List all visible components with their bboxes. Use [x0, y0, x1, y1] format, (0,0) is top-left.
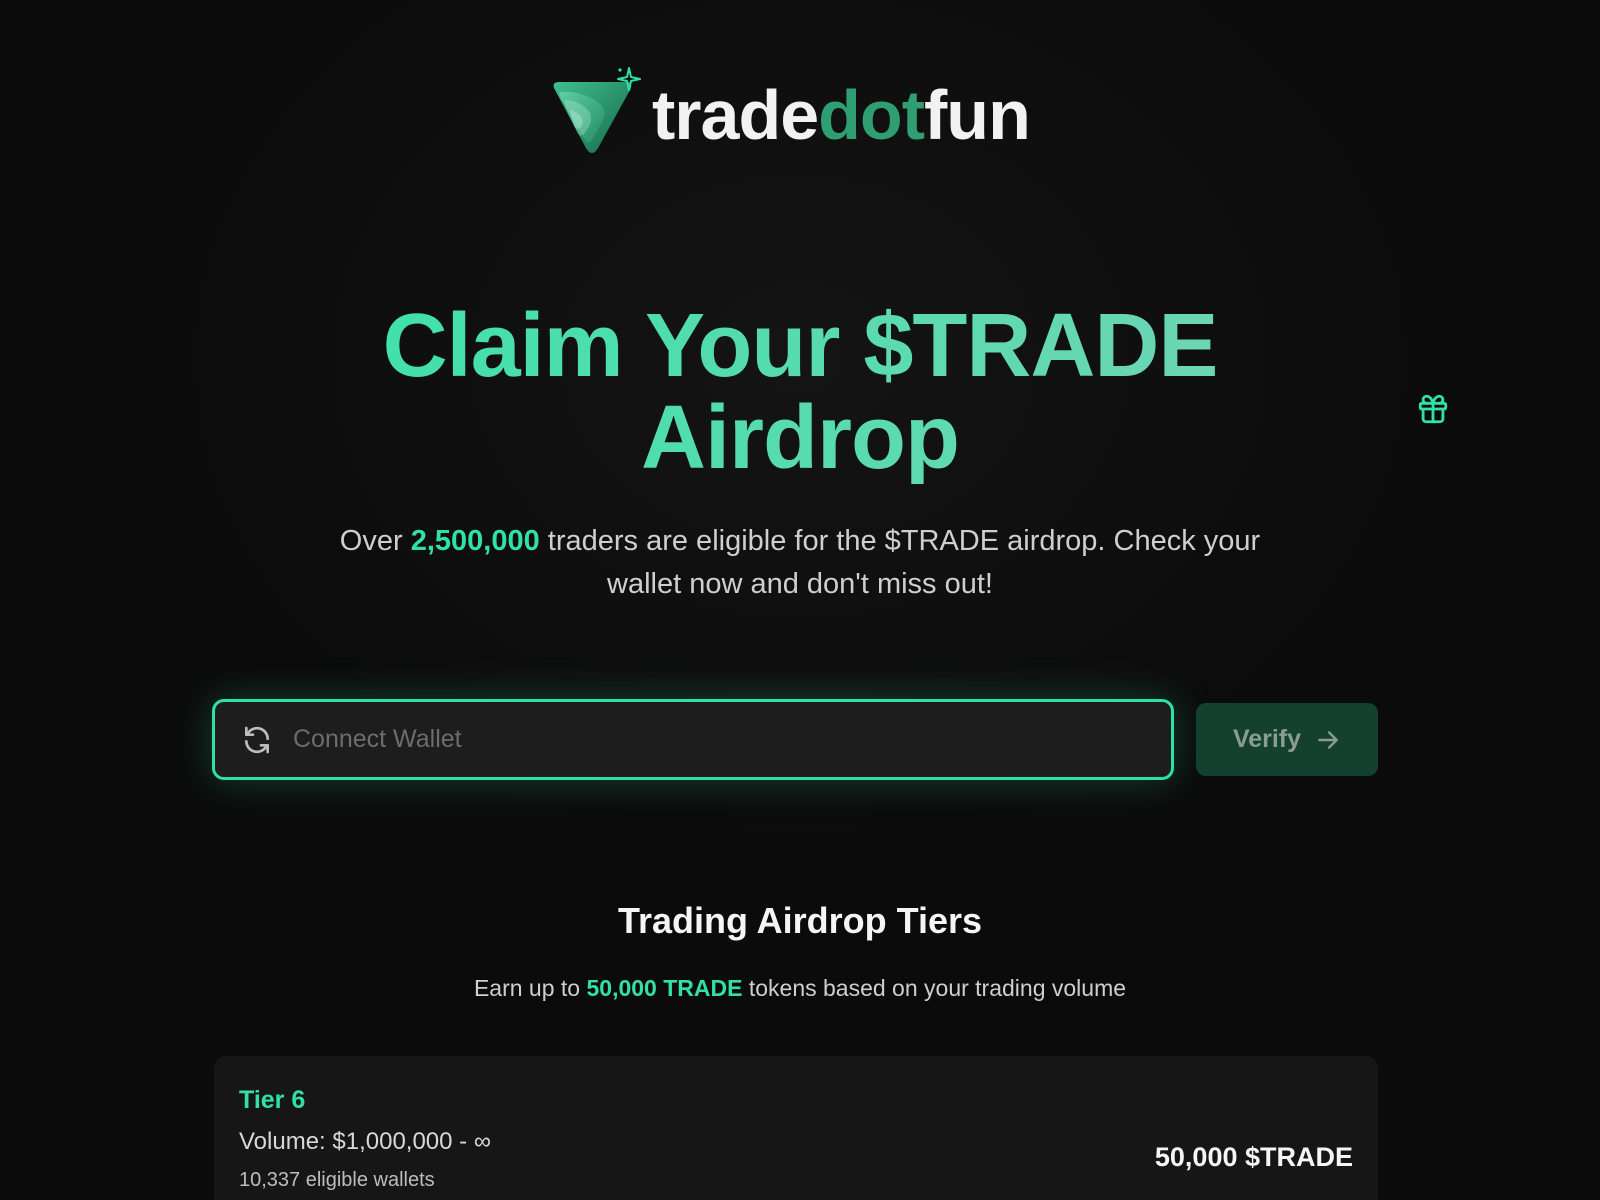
tiers-subtitle: Earn up to 50,000 TRADE tokens based on …	[0, 975, 1600, 1002]
hero-title-line1: Claim Your $TRADE	[382, 296, 1218, 396]
eligible-count: 2,500,000	[410, 525, 540, 557]
verify-button[interactable]: Verify	[1196, 703, 1378, 776]
gift-icon[interactable]	[1416, 392, 1450, 426]
arrow-right-icon	[1318, 730, 1338, 749]
wallet-input[interactable]	[293, 702, 1171, 777]
max-reward: 50,000 TRADE	[586, 975, 743, 1001]
hero-title: Claim Your $TRADE Airdrop	[0, 300, 1600, 484]
tiers-sub-suffix: tokens based on your trading volume	[742, 975, 1127, 1001]
tier-wallets: 10,337 eligible wallets	[239, 1169, 435, 1191]
tiers-sub-prefix: Earn up to	[473, 975, 587, 1001]
brand-name-trade: trade	[652, 76, 819, 154]
brand-logo[interactable]: tradedotfun	[550, 67, 1031, 160]
refresh-icon[interactable]	[241, 724, 273, 756]
sparkle-icon	[617, 67, 641, 91]
tier-reward: 50,000 $TRADE	[1154, 1142, 1353, 1172]
tier-volume: Volume: $1,000,000 - ∞	[239, 1128, 491, 1155]
hero-sub-prefix: Over	[339, 525, 411, 557]
wallet-input-container[interactable]	[212, 699, 1174, 780]
hero-title-line2: Airdrop	[641, 388, 959, 488]
triangle-logo-icon	[550, 67, 641, 160]
verify-label: Verify	[1232, 725, 1302, 753]
brand-name-dot: dot	[818, 76, 925, 154]
hero-sub-suffix: traders are eligible for the $TRADE aird…	[539, 525, 1261, 600]
tiers-title: Trading Airdrop Tiers	[617, 900, 983, 941]
brand-name: tradedotfun	[652, 80, 1031, 150]
tier-card[interactable]: Tier 6 Volume: $1,000,000 - ∞ 10,337 eli…	[214, 1056, 1378, 1200]
tier-name: Tier 6	[239, 1086, 306, 1114]
hero-subtitle: Over 2,500,000 traders are eligible for …	[300, 520, 1300, 606]
brand-name-fun: fun	[924, 76, 1031, 154]
